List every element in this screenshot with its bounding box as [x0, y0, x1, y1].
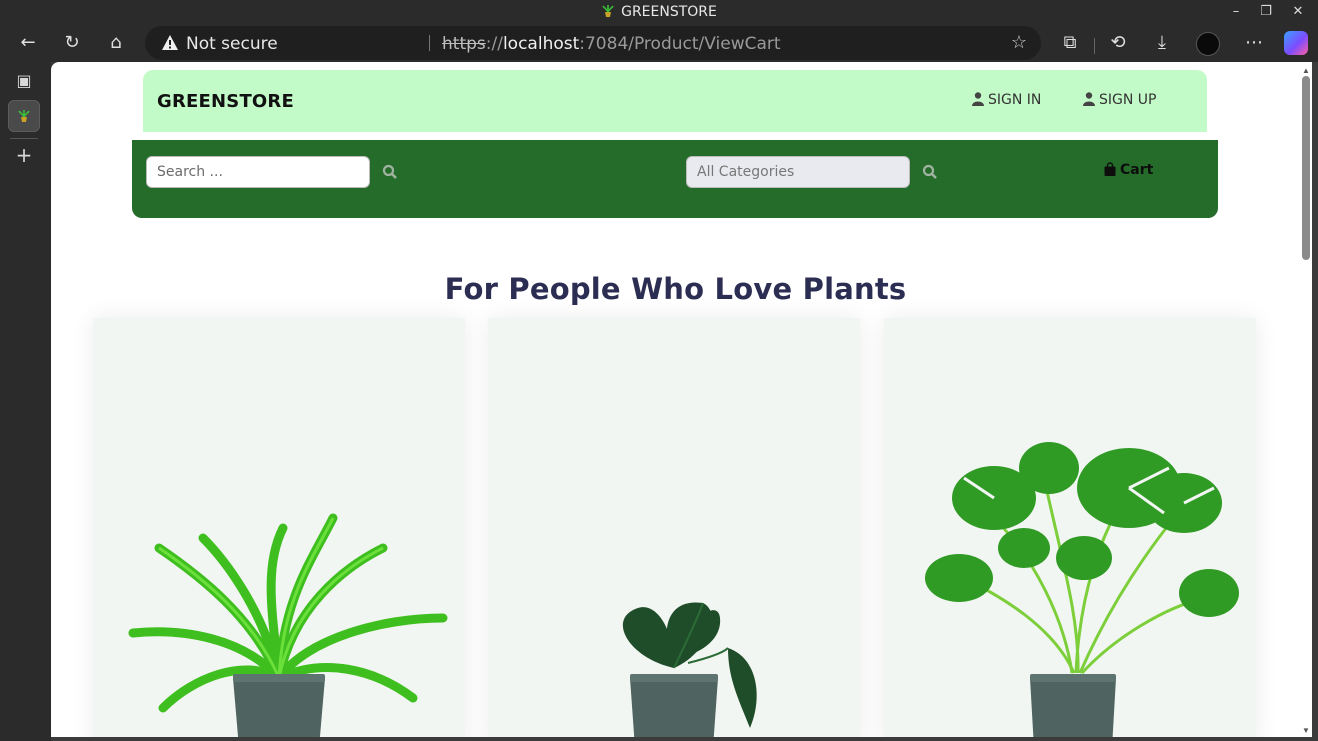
- hero-title: For People Who Love Plants: [444, 272, 907, 306]
- philodendron-plant-icon: [622, 602, 757, 737]
- reload-icon[interactable]: ↻: [60, 31, 84, 55]
- search-icon[interactable]: [382, 164, 398, 180]
- window-titlebar: GREENSTORE – ❐ ✕: [0, 0, 1318, 24]
- url-host: localhost: [502, 34, 580, 54]
- scrollbar-thumb[interactable]: [1302, 76, 1310, 260]
- home-icon[interactable]: ⌂: [104, 31, 128, 55]
- browser-toolbar: ← ↻ ⌂ Not secure https://localhost:7084/…: [0, 24, 1318, 62]
- category-search-icon[interactable]: [922, 164, 938, 180]
- address-bar[interactable]: Not secure https://localhost:7084/Produc…: [145, 26, 1041, 60]
- extensions-icon[interactable]: ⧉: [1058, 31, 1082, 55]
- site-topbar: GREENSTORE SIGN IN SIGN UP: [143, 70, 1207, 132]
- page-viewport: GREENSTORE SIGN IN SIGN UP Search ... Al…: [51, 62, 1300, 737]
- product-card[interactable]: [488, 318, 860, 737]
- product-card[interactable]: [884, 318, 1256, 737]
- back-icon[interactable]: ←: [16, 31, 40, 55]
- window-title: GREENSTORE: [0, 4, 1318, 20]
- address-separator: [429, 35, 430, 51]
- downloads-icon[interactable]: ⤓: [1150, 31, 1174, 55]
- vertical-tabs-sidebar: ▣ +: [0, 62, 51, 741]
- cart-label: Cart: [1120, 162, 1154, 178]
- url-separator: ://: [485, 34, 503, 54]
- plant-tab-icon: [18, 110, 30, 122]
- scroll-up-icon[interactable]: ▲: [1302, 66, 1310, 75]
- new-tab-icon[interactable]: +: [13, 144, 35, 166]
- url-path: :7084/Product/ViewCart: [579, 34, 781, 54]
- page-scrollbar[interactable]: ▲ ▼: [1300, 62, 1312, 737]
- sign-up-label: SIGN UP: [1099, 92, 1157, 108]
- window-title-text: GREENSTORE: [621, 4, 717, 20]
- sidebar-divider: [10, 138, 38, 139]
- shopping-bag-icon: [1104, 162, 1116, 176]
- sign-up-link[interactable]: SIGN UP: [1083, 92, 1156, 108]
- restore-icon[interactable]: ❐: [1256, 2, 1276, 22]
- toolbar-separator: [1094, 38, 1095, 54]
- user-icon: [972, 92, 984, 106]
- cart-link[interactable]: Cart: [1104, 162, 1153, 178]
- plant-favicon-icon: [602, 5, 614, 17]
- more-menu-icon[interactable]: ⋯: [1242, 31, 1266, 55]
- product-card[interactable]: [93, 318, 465, 737]
- site-brand[interactable]: GREENSTORE: [157, 91, 294, 112]
- minimize-icon[interactable]: –: [1226, 2, 1246, 22]
- warning-icon: [162, 35, 178, 50]
- sign-in-link[interactable]: SIGN IN: [972, 92, 1041, 108]
- scroll-down-icon[interactable]: ▼: [1302, 726, 1310, 735]
- security-status[interactable]: Not secure: [186, 34, 278, 54]
- favorite-star-icon[interactable]: ☆: [1011, 32, 1027, 53]
- user-icon: [1083, 92, 1095, 106]
- monstera-plant-icon: [925, 442, 1239, 737]
- history-icon[interactable]: ⟲: [1106, 31, 1130, 55]
- site-navbar: Search ... All Categories Cart: [132, 140, 1218, 218]
- category-select[interactable]: All Categories: [686, 156, 910, 188]
- url-text[interactable]: https://localhost:7084/Product/ViewCart: [442, 34, 781, 54]
- copilot-icon[interactable]: [1284, 31, 1308, 55]
- birds-nest-fern-plant-icon: [128, 513, 448, 737]
- close-icon[interactable]: ✕: [1288, 2, 1308, 22]
- search-input[interactable]: Search ...: [146, 156, 370, 188]
- active-tab[interactable]: [8, 100, 40, 132]
- url-scheme: https: [442, 34, 486, 54]
- sign-in-label: SIGN IN: [988, 92, 1042, 108]
- tab-actions-icon[interactable]: ▣: [13, 70, 35, 92]
- profile-avatar[interactable]: [1196, 32, 1220, 56]
